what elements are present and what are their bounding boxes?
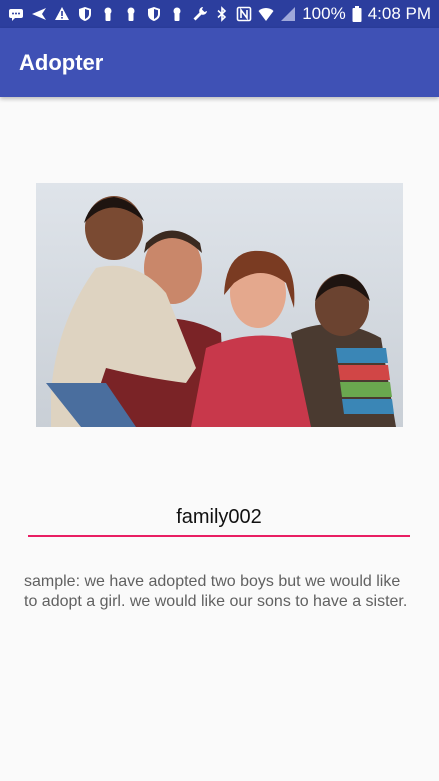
keyhole-icon bbox=[100, 6, 116, 22]
battery-icon bbox=[352, 6, 362, 22]
battery-percent: 100% bbox=[302, 4, 346, 23]
keyhole-icon bbox=[169, 6, 185, 22]
notification-icons bbox=[8, 6, 185, 22]
warning-icon bbox=[54, 6, 70, 22]
wifi-icon bbox=[258, 6, 274, 22]
wrench-icon bbox=[192, 6, 208, 22]
app-title: Adopter bbox=[19, 49, 104, 75]
shield-icon bbox=[146, 6, 162, 22]
app-bar: Adopter bbox=[0, 28, 439, 97]
family-name-field[interactable]: family002 bbox=[28, 499, 410, 537]
clock: 4:08 PM bbox=[367, 4, 431, 23]
message-icon bbox=[8, 6, 24, 22]
system-icons: 100% 4:08 PM bbox=[192, 4, 431, 24]
family-photo bbox=[36, 183, 403, 427]
status-bar: 100% 4:08 PM bbox=[0, 0, 439, 28]
keyhole-icon bbox=[123, 6, 139, 22]
nfc-icon bbox=[236, 6, 252, 22]
bluetooth-icon bbox=[214, 6, 230, 22]
shield-icon bbox=[77, 6, 93, 22]
send-icon bbox=[31, 6, 47, 22]
signal-icon bbox=[280, 6, 296, 22]
family-description: sample: we have adopted two boys but we … bbox=[24, 573, 408, 610]
family-name-value: family002 bbox=[176, 505, 262, 528]
